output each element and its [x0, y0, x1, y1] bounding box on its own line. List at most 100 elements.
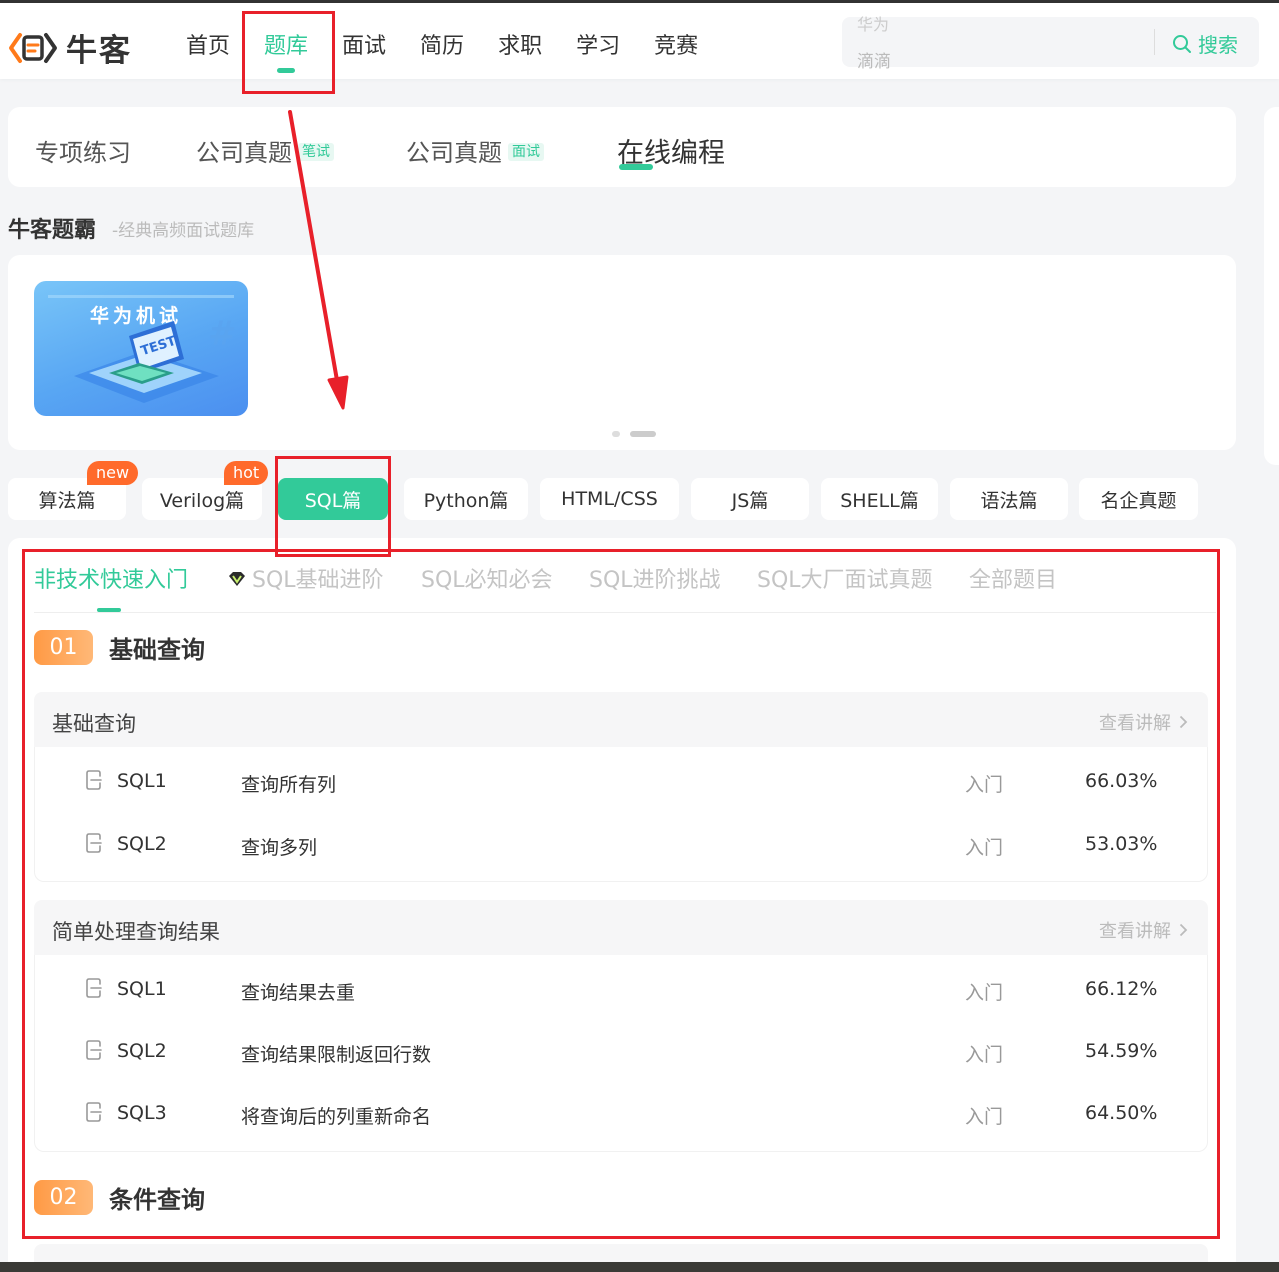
view-explanation-link[interactable]: 查看讲解: [1099, 709, 1188, 735]
chevron-right-icon: [1179, 715, 1188, 729]
chip-shell[interactable]: SHELL篇: [821, 478, 938, 520]
chip-verilog[interactable]: Verilog篇 hot: [142, 461, 269, 520]
logo-text: 牛客: [66, 33, 132, 69]
nav-question-bank[interactable]: 题库: [264, 28, 308, 73]
chip-tag-hot: hot: [224, 461, 269, 485]
question-pass-rate: 66.12%: [1085, 978, 1158, 1000]
logo[interactable]: 牛客: [8, 25, 132, 70]
subtab-sql-basic-advanced[interactable]: SQL基础进阶: [228, 562, 384, 594]
subtab-all-questions[interactable]: 全部题目: [969, 562, 1057, 594]
question-difficulty: 入门: [965, 982, 1004, 1004]
chip-company-questions[interactable]: 名企真题: [1079, 478, 1198, 520]
nav-contest[interactable]: 竞赛: [654, 28, 698, 60]
group-title: 简单处理查询结果: [52, 920, 220, 944]
question-title[interactable]: 查询所有列: [241, 770, 336, 797]
tab-special-practice[interactable]: 专项练习: [35, 133, 131, 168]
question-row[interactable]: SQL2 查询多列 入门 53.03%: [35, 815, 1209, 877]
chip-python[interactable]: Python篇: [404, 478, 528, 520]
group-header: 基础查询 查看讲解: [34, 692, 1208, 747]
next-group-header-peek: [34, 1244, 1208, 1262]
nav-resume[interactable]: 简历: [420, 28, 464, 60]
question-doc-icon: [86, 978, 102, 998]
carousel-dot-active[interactable]: [630, 431, 656, 437]
chip-label: 名企真题: [1100, 489, 1177, 512]
question-pass-rate: 54.59%: [1085, 1040, 1158, 1062]
tab-company-interview[interactable]: 公司真题 面试: [406, 133, 544, 168]
search-divider: [1154, 29, 1155, 55]
chip-label: 语法篇: [980, 489, 1038, 512]
question-doc-icon: [86, 833, 102, 853]
chip-sql[interactable]: SQL篇: [278, 478, 388, 520]
subtab-sql-bigtech-interview[interactable]: SQL大厂面试真题: [757, 562, 933, 594]
window-bottom-bar: [0, 1262, 1279, 1272]
question-id: SQL2: [117, 1040, 167, 1062]
laptop-test-illustration-icon: TEST #: [48, 295, 237, 403]
chip-html-css[interactable]: HTML/CSS: [540, 478, 679, 520]
tab-label: 公司真题: [196, 139, 292, 167]
banner-huawei-exam[interactable]: 华为机试 TEST #: [34, 281, 248, 416]
chapter-title: 条件查询: [109, 1186, 205, 1214]
nav-interview[interactable]: 面试: [342, 28, 386, 60]
chevron-right-icon: [1179, 923, 1188, 937]
nav-home[interactable]: 首页: [186, 28, 230, 60]
search-icon: [1173, 34, 1191, 53]
chip-label: SQL篇: [304, 489, 362, 512]
tab-company-written[interactable]: 公司真题 笔试: [196, 133, 334, 168]
chip-tag-new: new: [87, 461, 139, 485]
question-difficulty: 入门: [965, 837, 1004, 859]
question-difficulty: 入门: [965, 774, 1004, 796]
subtab-label: SQL基础进阶: [252, 568, 384, 593]
tab-badge: 面试: [508, 143, 544, 161]
tab-badge: 笔试: [298, 143, 334, 161]
question-title[interactable]: 将查询后的列重新命名: [241, 1102, 431, 1129]
question-row[interactable]: SQL3 将查询后的列重新命名 入门 64.50%: [35, 1084, 1209, 1146]
search-input[interactable]: 滴滴: [857, 47, 891, 72]
tab-online-coding[interactable]: 在线编程: [617, 131, 725, 170]
question-title[interactable]: 查询结果去重: [241, 978, 355, 1005]
search-box[interactable]: 华为 滴滴 搜索: [842, 15, 1259, 72]
question-title[interactable]: 查询结果限制返回行数: [241, 1040, 431, 1067]
question-row[interactable]: SQL1 查询结果去重 入门 66.12%: [35, 960, 1209, 1022]
chip-syntax[interactable]: 语法篇: [950, 478, 1068, 520]
search-placeholder-scroll: 华为: [857, 15, 890, 34]
chapter-header: 01 基础查询: [34, 630, 205, 665]
section-title: 牛客题霸: [8, 218, 97, 243]
subtab-sql-advanced-challenge[interactable]: SQL进阶挑战: [589, 562, 721, 594]
nav-learn[interactable]: 学习: [576, 28, 620, 60]
question-pass-rate: 66.03%: [1085, 770, 1158, 792]
tab-label: 公司真题: [406, 139, 502, 167]
chip-label: Python篇: [423, 489, 509, 512]
search-button[interactable]: 搜索: [1172, 29, 1238, 58]
tab-label: 在线编程: [617, 138, 725, 169]
chip-js[interactable]: JS篇: [691, 478, 809, 520]
banner-carousel: 华为机试 TEST #: [8, 255, 1236, 450]
carousel-dots: [612, 431, 666, 437]
chip-label: HTML/CSS: [561, 488, 658, 510]
chapter-header: 02 条件查询: [34, 1180, 205, 1215]
group-title: 基础查询: [52, 712, 136, 736]
svg-text:#: #: [208, 314, 237, 354]
question-difficulty: 入门: [965, 1044, 1004, 1066]
top-header: 牛客 首页 题库 面试 简历 求职 学习 竞赛 华为 滴滴 搜索: [0, 3, 1279, 79]
chapter-title: 基础查询: [109, 636, 205, 664]
question-row[interactable]: SQL1 查询所有列 入门 66.03%: [35, 752, 1209, 814]
subtab-sql-must-know[interactable]: SQL必知必会: [421, 562, 553, 594]
carousel-dot[interactable]: [612, 431, 620, 437]
link-label: 查看讲解: [1099, 921, 1171, 942]
search-button-label: 搜索: [1198, 33, 1238, 57]
chip-label: 算法篇: [38, 489, 96, 512]
question-doc-icon: [86, 770, 102, 790]
chip-algorithm[interactable]: 算法篇 new: [8, 461, 139, 520]
practice-tabs: 专项练习 公司真题 笔试 公司真题 面试 在线编程: [8, 107, 1236, 187]
question-id: SQL1: [117, 770, 167, 792]
question-title[interactable]: 查询多列: [241, 833, 317, 860]
nav-jobs[interactable]: 求职: [498, 28, 542, 60]
question-id: SQL2: [117, 833, 167, 855]
group-question-list: SQL1 查询所有列 入门 66.03% SQL2 查询多列 入门 53.03%: [34, 747, 1208, 882]
chip-label: Verilog篇: [159, 489, 245, 512]
question-row[interactable]: SQL2 查询结果限制返回行数 入门 54.59%: [35, 1022, 1209, 1084]
view-explanation-link[interactable]: 查看讲解: [1099, 917, 1188, 943]
chapter-number: 01: [34, 630, 93, 665]
subtab-nontech-quickstart[interactable]: 非技术快速入门: [34, 562, 188, 612]
group-question-list: SQL1 查询结果去重 入门 66.12% SQL2 查询结果限制返回行数 入门…: [34, 955, 1208, 1152]
